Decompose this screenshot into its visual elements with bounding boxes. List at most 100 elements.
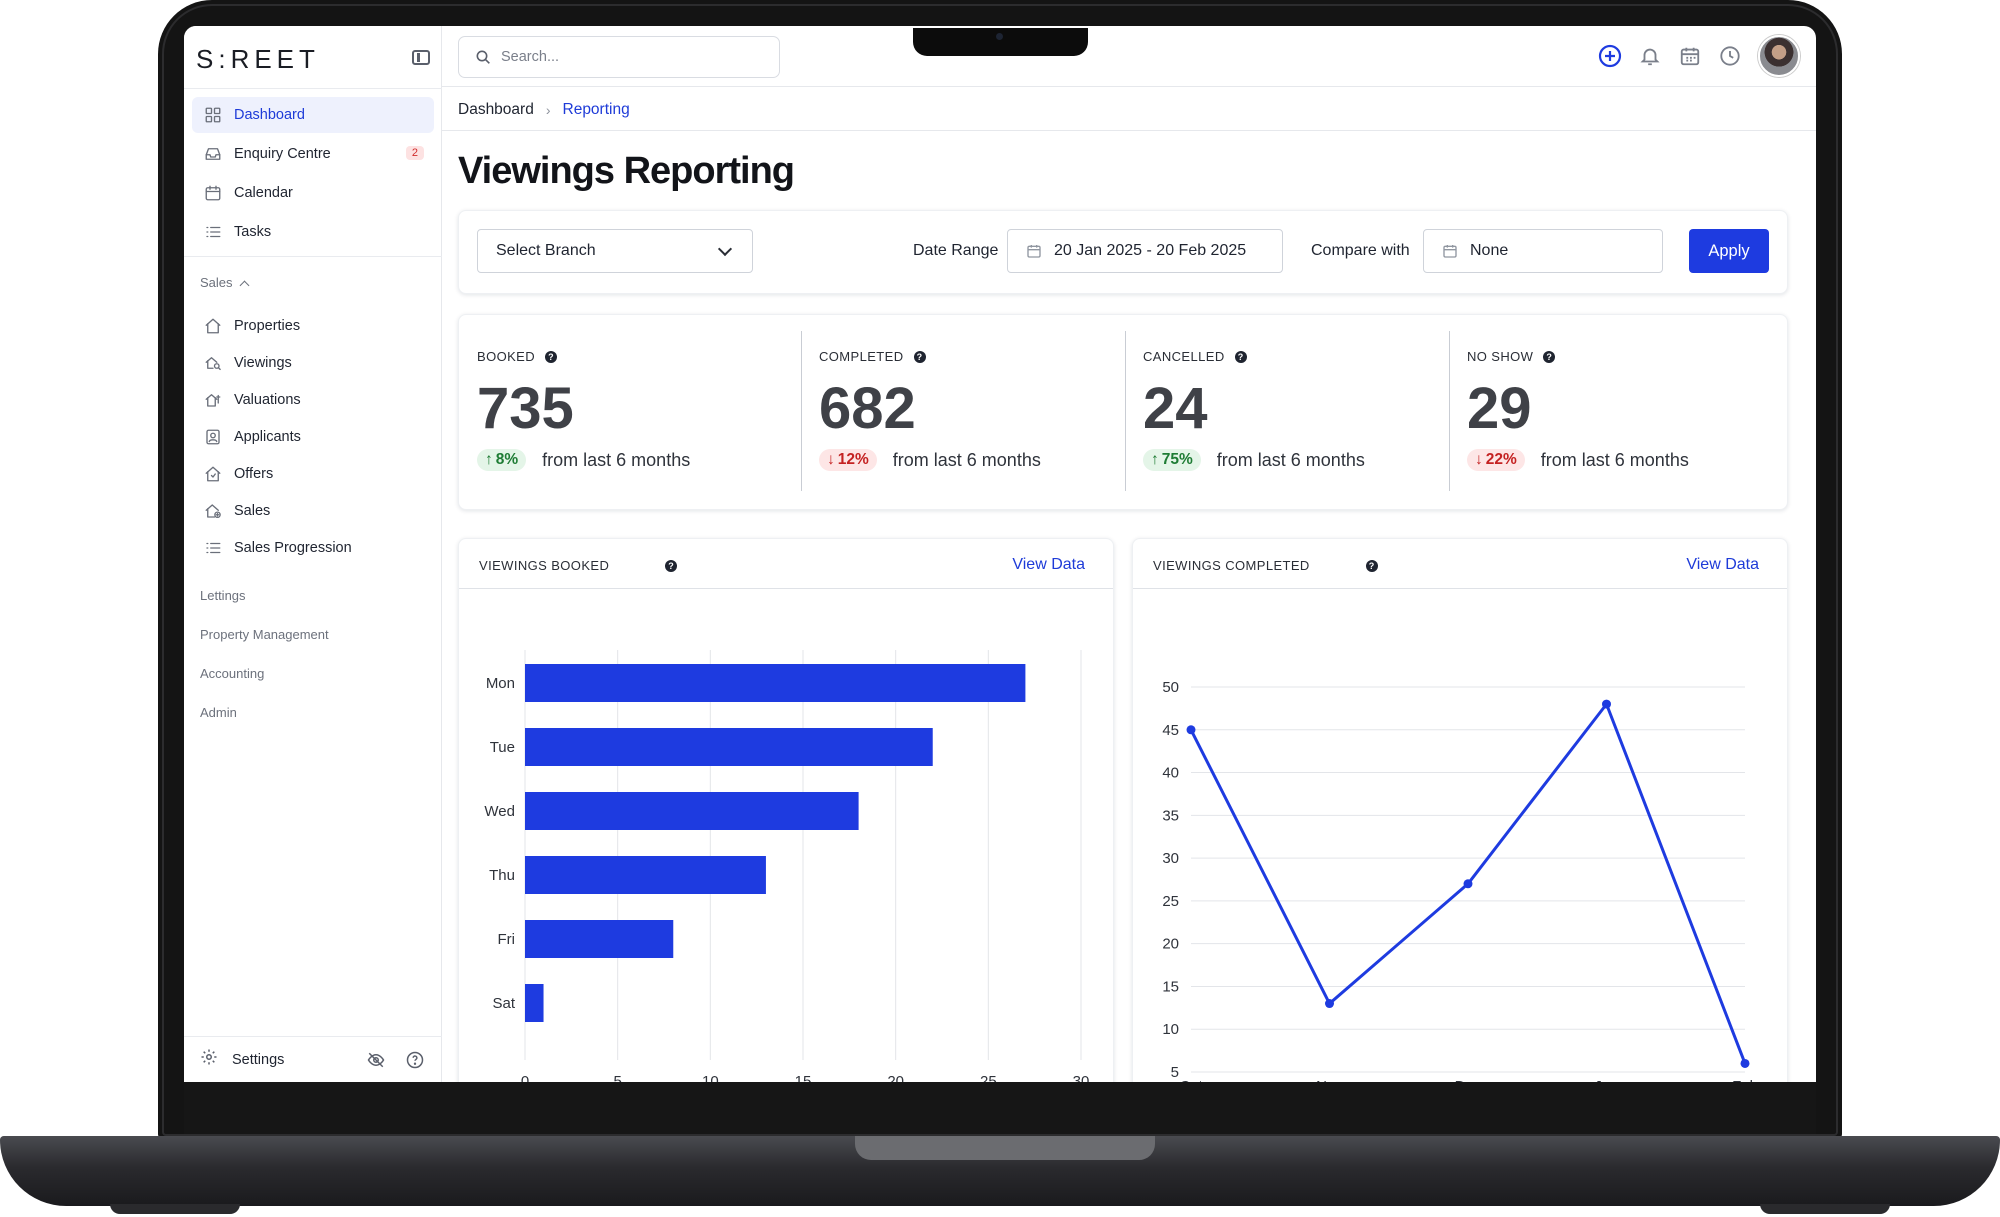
bar-sat[interactable] xyxy=(525,984,544,1022)
divider xyxy=(184,256,442,257)
search-box[interactable] xyxy=(458,36,780,78)
bar-fri[interactable] xyxy=(525,920,674,958)
stat-label: BOOKED? xyxy=(477,349,558,364)
line-chart: 5 10 15 20 25 30 35 40 45 50 Oct Nov Dec Jan Feb xyxy=(1162,679,1758,1082)
point-feb[interactable] xyxy=(1740,1058,1750,1068)
sidebar-item-properties[interactable]: Properties xyxy=(192,308,434,344)
view-data-link[interactable]: View Data xyxy=(1012,556,1085,574)
sidebar-item-label: Viewings xyxy=(234,355,292,371)
add-circle-icon[interactable] xyxy=(1590,36,1630,76)
x-tick-label: 0 xyxy=(521,1073,529,1082)
change-badge: ↑ 75% xyxy=(1143,449,1201,471)
sidebar-item-applicants[interactable]: Applicants xyxy=(192,419,434,455)
filter-bar: Select Branch Date Range 20 Jan 2025 - 2… xyxy=(458,210,1788,294)
gear-icon[interactable] xyxy=(200,1048,218,1071)
bar-mon[interactable] xyxy=(525,664,1026,702)
sidebar-item-viewings[interactable]: Viewings xyxy=(192,345,434,381)
breadcrumb: Dashboard › Reporting xyxy=(458,98,630,122)
point-nov[interactable] xyxy=(1325,999,1334,1009)
x-tick-label: 30 xyxy=(1073,1073,1090,1082)
change-percent: 8% xyxy=(495,451,519,468)
sidebar-section-admin[interactable]: Admin xyxy=(200,705,237,720)
sales-section-title: Sales xyxy=(200,275,233,290)
sidebar-collapse-icon[interactable] xyxy=(412,50,430,65)
stat-value: 735 xyxy=(477,376,574,441)
calendar-icon[interactable] xyxy=(1670,36,1710,76)
branch-select[interactable]: Select Branch xyxy=(477,229,753,273)
stat-value: 24 xyxy=(1143,376,1208,441)
sidebar-item-label: Offers xyxy=(234,466,274,482)
eye-off-icon[interactable] xyxy=(366,1051,386,1074)
sidebar-item-offers[interactable]: Offers xyxy=(192,456,434,492)
arrow-down-icon: ↓ xyxy=(827,451,835,468)
stat-change: ↓ 22% from last 6 months xyxy=(1467,449,1689,471)
stat-divider xyxy=(801,331,802,491)
stat-label-text: CANCELLED xyxy=(1143,349,1225,364)
help-icon[interactable]: ? xyxy=(1365,559,1378,572)
sidebar-item-label: Tasks xyxy=(234,224,272,240)
point-dec[interactable] xyxy=(1463,879,1473,889)
apply-button[interactable]: Apply xyxy=(1689,229,1769,273)
breadcrumb-home[interactable]: Dashboard xyxy=(458,101,534,119)
sidebar-item-sales-progression[interactable]: Sales Progression xyxy=(192,530,434,566)
point-jan[interactable] xyxy=(1602,699,1611,709)
sidebar-item-valuations[interactable]: Valuations xyxy=(192,382,434,418)
date-range-field[interactable]: 20 Jan 2025 - 20 Feb 2025 xyxy=(1007,229,1283,273)
bar-tue[interactable] xyxy=(525,728,933,766)
help-icon[interactable]: ? xyxy=(913,350,926,363)
calendar-icon xyxy=(204,184,222,202)
sidebar-item-tasks[interactable]: Tasks xyxy=(192,214,434,250)
x-tick-label: Nov xyxy=(1316,1078,1343,1082)
sidebar-item-label: Applicants xyxy=(234,429,301,445)
sidebar-item-sales[interactable]: Sales xyxy=(192,493,434,529)
stat-change: ↓ 12% from last 6 months xyxy=(819,449,1041,471)
sidebar-item-enquiry-centre[interactable]: Enquiry Centre 2 xyxy=(192,136,434,172)
point-oct[interactable] xyxy=(1186,725,1196,735)
y-tick-label: 35 xyxy=(1162,807,1179,824)
view-data-link[interactable]: View Data xyxy=(1686,556,1759,574)
stat-label: COMPLETED? xyxy=(819,349,926,364)
stat-booked: BOOKED? 735 ↑ 8% from last 6 months xyxy=(477,331,777,491)
sidebar-footer: Settings xyxy=(184,1036,442,1082)
compare-label: Compare with xyxy=(1311,242,1410,259)
arrow-up-icon: ↑ xyxy=(485,451,493,468)
sidebar-item-calendar[interactable]: Calendar xyxy=(192,175,434,211)
help-icon[interactable]: ? xyxy=(665,559,678,572)
viewing-icon xyxy=(204,354,222,372)
sidebar-section-lettings[interactable]: Lettings xyxy=(200,588,246,603)
valuation-icon xyxy=(204,391,222,409)
sidebar-item-dashboard[interactable]: Dashboard xyxy=(192,97,434,133)
compare-field[interactable]: None xyxy=(1423,229,1663,273)
stat-label-text: COMPLETED xyxy=(819,349,904,364)
breadcrumb-current[interactable]: Reporting xyxy=(563,101,630,119)
screen: S:REET Dashboard Enquiry Centre 2 Calendar T… xyxy=(184,26,1816,1082)
sidebar-section-accounting[interactable]: Accounting xyxy=(200,666,264,681)
y-tick-label: 30 xyxy=(1162,850,1179,867)
help-circle-icon[interactable] xyxy=(406,1051,424,1074)
sidebar-item-label: Sales Progression xyxy=(234,540,352,556)
help-icon[interactable]: ? xyxy=(1234,350,1247,363)
settings-link[interactable]: Settings xyxy=(232,1052,284,1068)
chevron-up-icon xyxy=(239,280,249,291)
date-range-label: Date Range xyxy=(913,242,999,259)
sidebar-section-property-management[interactable]: Property Management xyxy=(200,627,329,642)
help-icon[interactable]: ? xyxy=(545,350,558,363)
chart-header: VIEWINGS COMPLETED ? View Data xyxy=(1133,539,1787,589)
bar-wed[interactable] xyxy=(525,792,859,830)
grid-icon xyxy=(204,106,222,124)
help-icon[interactable]: ? xyxy=(1543,350,1556,363)
change-badge: ↑ 8% xyxy=(477,449,527,471)
sidebar-item-label: Properties xyxy=(234,318,301,334)
bar-thu[interactable] xyxy=(525,856,766,894)
y-tick-label: 50 xyxy=(1162,679,1179,696)
sales-section-toggle[interactable]: Sales xyxy=(200,275,249,291)
clock-icon[interactable] xyxy=(1710,36,1750,76)
avatar[interactable] xyxy=(1758,35,1800,77)
bell-icon[interactable] xyxy=(1630,36,1670,76)
viewings-booked-card: VIEWINGS BOOKED ? View Data 0 5 10 15 20 25 30… xyxy=(458,538,1114,1082)
bar-chart: 0 5 10 15 20 25 30 Mon Tue Wed Thu Fri Sat xyxy=(484,650,1090,1082)
stat-label: NO SHOW? xyxy=(1467,349,1556,364)
search-input[interactable] xyxy=(501,49,761,65)
search-icon xyxy=(476,50,490,64)
stat-value: 682 xyxy=(819,376,916,441)
